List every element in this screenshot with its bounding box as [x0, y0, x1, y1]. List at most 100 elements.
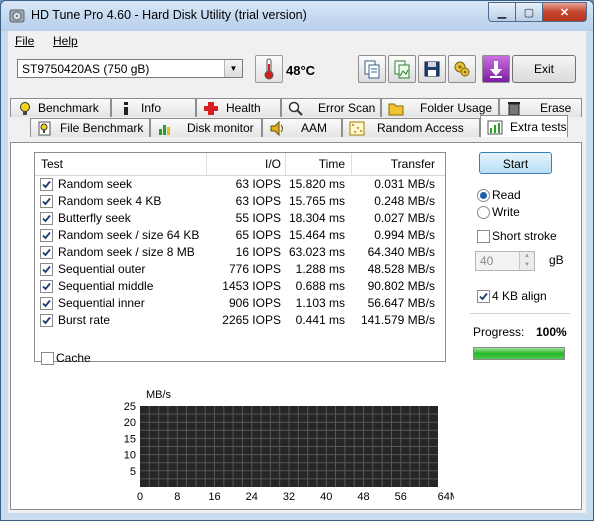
download-button[interactable] [482, 55, 510, 83]
chart-x-tick-label: 40 [320, 491, 332, 501]
test-checkbox[interactable] [40, 229, 53, 242]
progress-label: Progress: [473, 325, 525, 339]
tab-aam[interactable]: AAM [262, 118, 342, 137]
stroke-unit-label: gB [549, 253, 564, 267]
header-time[interactable]: Time [287, 157, 345, 171]
table-row[interactable]: Butterfly seek 55 IOPS 18.304 ms 0.027 MB/s [35, 210, 445, 227]
table-row[interactable]: Sequential middle 1453 IOPS 0.688 ms 90.802… [35, 278, 445, 295]
maximize-button[interactable]: ▢ [515, 2, 543, 22]
test-name: Random seek 4 KB [58, 194, 162, 208]
table-row[interactable]: Sequential inner 906 IOPS 1.103 ms 56.647 M… [35, 295, 445, 312]
header-transfer[interactable]: Transfer [353, 157, 435, 171]
chart-y-tick-label: 15 [124, 433, 136, 445]
menu-file[interactable]: File [15, 34, 34, 48]
exit-button[interactable]: Exit [512, 55, 576, 83]
chart-y-tick-label: 5 [130, 466, 136, 478]
client-area: File Help ST9750420AS (750 gB) ▼ 48°C Ex… [8, 31, 586, 513]
header-test[interactable]: Test [41, 157, 63, 171]
tab-benchmark[interactable]: Benchmark [10, 98, 111, 117]
chart-y-tick-label: 25 [124, 401, 136, 413]
test-checkbox[interactable] [40, 280, 53, 293]
lightbulb-icon [20, 102, 30, 115]
tab-label: Health [226, 101, 261, 115]
table-row[interactable]: Random seek / size 8 MB 16 IOPS 63.023 ms 6… [35, 244, 445, 261]
spin-up-icon[interactable]: ▲ [519, 252, 534, 261]
test-checkbox[interactable] [40, 246, 53, 259]
table-row[interactable]: Sequential outer 776 IOPS 1.288 ms 48.528 M… [35, 261, 445, 278]
chart-x-tick-label: 16 [208, 491, 220, 501]
chart-x-tick-label: 64MB [438, 491, 454, 501]
app-window: HD Tune Pro 4.60 - Hard Disk Utility (tr… [0, 0, 594, 521]
io-value: 63 IOPS [235, 177, 281, 191]
test-checkbox[interactable] [40, 212, 53, 225]
test-name: Random seek / size 64 KB [58, 228, 200, 242]
copy-icon [364, 60, 380, 79]
window-title: HD Tune Pro 4.60 - Hard Disk Utility (tr… [31, 8, 307, 22]
transfer-value: 64.340 MB/s [367, 245, 435, 259]
chart-y-axis-label: MB/s [146, 389, 172, 401]
chart-x-tick-label: 8 [174, 491, 180, 501]
drive-select[interactable]: ST9750420AS (750 gB) ▼ [17, 59, 243, 78]
tab-disk-monitor[interactable]: Disk monitor [150, 118, 262, 137]
checkmark-icon [42, 197, 51, 206]
copy-text-button[interactable] [358, 55, 386, 83]
checkmark-icon [42, 180, 51, 189]
short-stroke-size-input[interactable]: 40 ▲ ▼ [475, 251, 535, 271]
tab-error-scan[interactable]: Error Scan [281, 98, 381, 117]
transfer-value: 0.031 MB/s [374, 177, 435, 191]
divider [470, 313, 570, 314]
test-checkbox[interactable] [40, 297, 53, 310]
table-row[interactable]: Random seek / size 64 KB 65 IOPS 15.464 ms… [35, 227, 445, 244]
read-radio[interactable] [477, 189, 490, 202]
test-name: Random seek / size 8 MB [58, 245, 195, 259]
transfer-value: 141.579 MB/s [360, 313, 435, 327]
transfer-value: 0.027 MB/s [374, 211, 435, 225]
header-io[interactable]: I/O [207, 157, 281, 171]
table-row[interactable]: Random seek 63 IOPS 15.820 ms 0.031 MB/s [35, 176, 445, 193]
tab-health[interactable]: Health [196, 98, 281, 117]
title-bar[interactable]: HD Tune Pro 4.60 - Hard Disk Utility (tr… [1, 1, 593, 31]
cache-checkbox[interactable] [41, 352, 54, 365]
transfer-value: 90.802 MB/s [367, 279, 435, 293]
tab-file-benchmark[interactable]: File Benchmark [30, 118, 150, 137]
checkmark-icon [42, 265, 51, 274]
save-button[interactable] [418, 55, 446, 83]
io-value: 16 IOPS [235, 245, 281, 259]
test-checkbox[interactable] [40, 178, 53, 191]
start-button[interactable]: Start [479, 152, 552, 174]
random-dots-icon [349, 121, 365, 136]
short-stroke-checkbox[interactable] [477, 230, 490, 243]
chart-x-tick-label: 32 [283, 491, 295, 501]
chart-x-tick-label: 56 [395, 491, 407, 501]
tab-random-access[interactable]: Random Access [342, 118, 480, 137]
align-4kb-checkbox[interactable] [477, 290, 490, 303]
extra-tests-chart-icon [487, 120, 503, 135]
checkmark-icon [42, 214, 51, 223]
health-cross-icon [204, 102, 218, 115]
minimize-button[interactable]: ▁ [488, 2, 516, 22]
checkmark-icon [42, 248, 51, 257]
checkmark-icon [42, 299, 51, 308]
info-icon [124, 102, 128, 115]
chart-x-tick-label: 0 [137, 491, 143, 501]
progress-value: 100% [536, 325, 567, 339]
test-checkbox[interactable] [40, 195, 53, 208]
table-row[interactable]: Burst rate 2265 IOPS 0.441 ms 141.579 MB/s [35, 312, 445, 329]
options-button[interactable] [448, 55, 476, 83]
bar-chart-icon [159, 125, 170, 135]
read-label: Read [492, 188, 521, 202]
io-value: 55 IOPS [235, 211, 281, 225]
tab-label: Error Scan [318, 101, 376, 115]
test-checkbox[interactable] [40, 314, 53, 327]
close-button[interactable]: ✕ [542, 2, 587, 22]
write-radio[interactable] [477, 206, 490, 219]
copy-screenshot-button[interactable] [388, 55, 416, 83]
tab-extra-tests[interactable]: Extra tests [480, 115, 568, 137]
spin-down-icon[interactable]: ▼ [519, 261, 534, 270]
menu-help[interactable]: Help [53, 34, 78, 48]
table-row[interactable]: Random seek 4 KB 63 IOPS 15.765 ms 0.248 MB… [35, 193, 445, 210]
folder-icon [388, 103, 404, 116]
test-checkbox[interactable] [40, 263, 53, 276]
floppy-disk-icon [424, 61, 440, 77]
tab-info[interactable]: Info [111, 98, 196, 117]
